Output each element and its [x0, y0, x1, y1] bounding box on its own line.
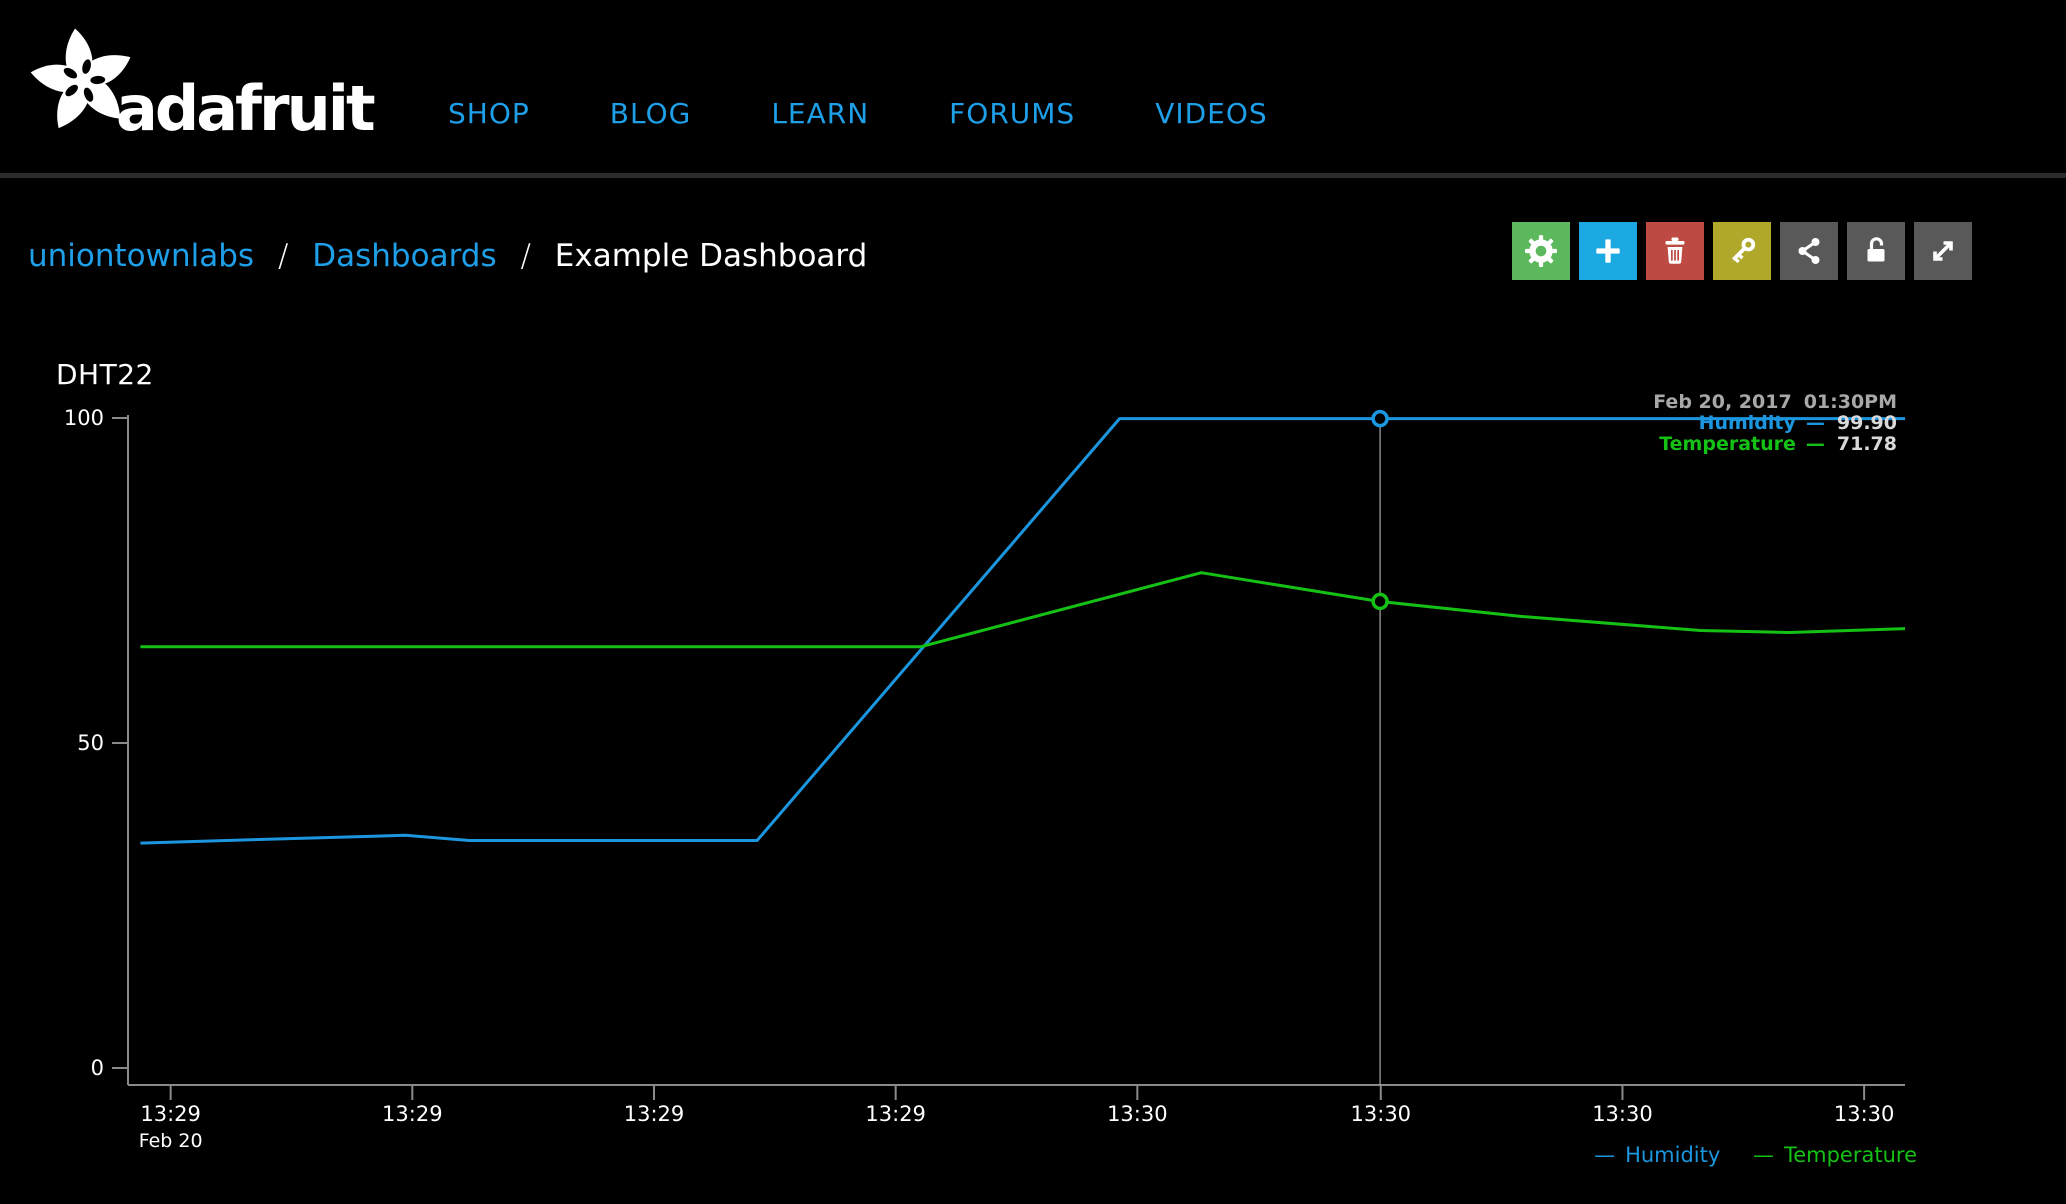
x-tick-label: 13:29	[140, 1102, 201, 1126]
chart-legend: — Humidity — Temperature	[1568, 1143, 1917, 1167]
tooltip-temperature-label: Temperature	[1659, 433, 1796, 455]
tooltip-row-humidity: Humidity — 99.90	[1653, 413, 1897, 434]
y-tick-label: 50	[77, 731, 104, 755]
chart-tooltip: Feb 20, 2017 01:30PM Humidity — 99.90 Tempe…	[1653, 392, 1897, 455]
tooltip-temperature-value: 71.78	[1837, 433, 1897, 455]
tooltip-humidity-value: 99.90	[1837, 412, 1897, 434]
legend-temperature-dash: —	[1753, 1143, 1774, 1167]
tooltip-datetime: Feb 20, 2017 01:30PM	[1653, 392, 1897, 413]
legend-humidity-label: Humidity	[1625, 1143, 1720, 1167]
x-tick-label: 13:29	[624, 1102, 685, 1126]
x-tick-sublabel: Feb 20	[139, 1130, 203, 1152]
tooltip-humidity-dash: —	[1806, 412, 1825, 434]
x-tick-label: 13:30	[1834, 1102, 1895, 1126]
temperature-marker	[1373, 594, 1387, 608]
legend-item-humidity[interactable]: — Humidity	[1594, 1143, 1720, 1167]
x-tick-label: 13:30	[1351, 1102, 1412, 1126]
adafruit-io-dashboard-page: { "theme": { "link_blue": "#1E9FE8", "hu…	[0, 0, 2066, 1204]
legend-humidity-dash: —	[1594, 1143, 1615, 1167]
x-tick-label: 13:29	[865, 1102, 926, 1126]
tooltip-row-temperature: Temperature — 71.78	[1653, 434, 1897, 455]
x-tick-label: 13:29	[382, 1102, 443, 1126]
humidity-marker	[1373, 412, 1387, 426]
tooltip-temperature-dash: —	[1806, 433, 1825, 455]
tooltip-humidity-label: Humidity	[1699, 412, 1796, 434]
legend-temperature-label: Temperature	[1784, 1143, 1917, 1167]
tooltip-date: Feb 20, 2017	[1653, 391, 1791, 413]
legend-item-temperature[interactable]: — Temperature	[1753, 1143, 1917, 1167]
x-tick-label: 13:30	[1107, 1102, 1168, 1126]
chart-title: DHT22	[56, 358, 154, 391]
x-tick-label: 13:30	[1592, 1102, 1653, 1126]
dht22-chart[interactable]: 100 50 0 13:29 Feb 20 13:29 13:29 13:29 13:30 13:…	[0, 0, 2066, 1204]
y-tick-label: 0	[91, 1056, 104, 1080]
tooltip-time: 01:30PM	[1804, 391, 1897, 413]
humidity-line	[140, 419, 1905, 843]
y-tick-label: 100	[64, 406, 104, 430]
temperature-line	[140, 573, 1905, 647]
